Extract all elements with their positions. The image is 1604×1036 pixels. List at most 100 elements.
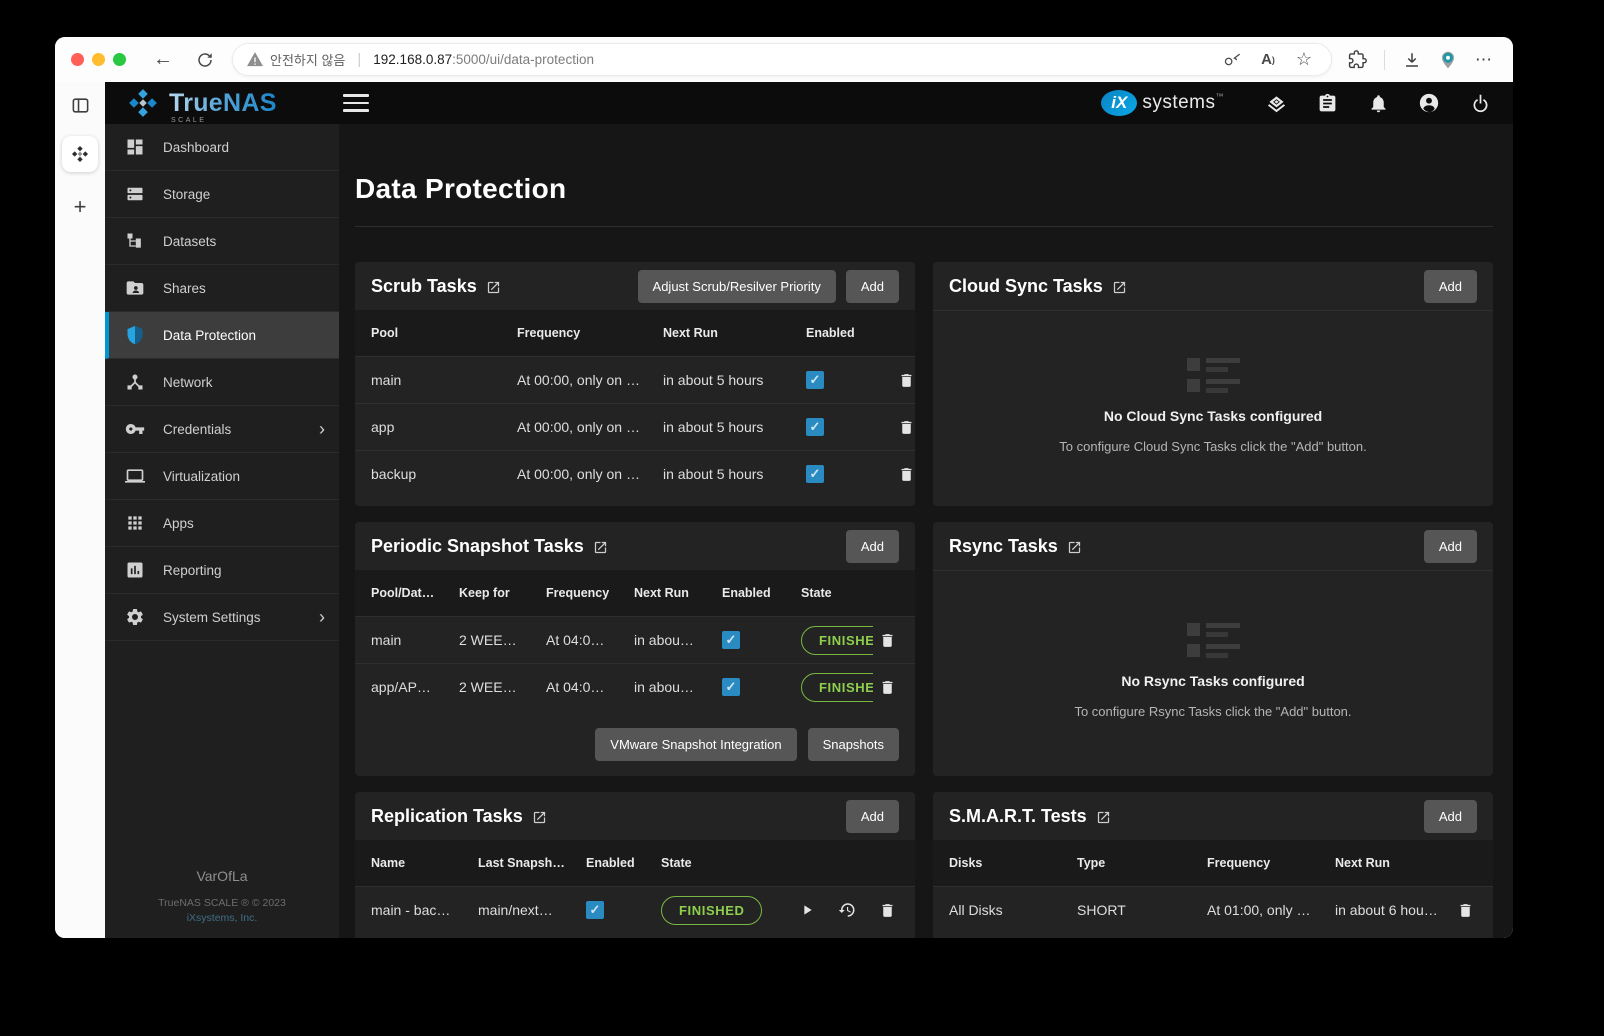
map-pin-extension-icon[interactable] — [1433, 45, 1463, 75]
main-content: Data Protection Scrub Tasks Adjust Scrub… — [339, 124, 1513, 938]
minimize-window-button[interactable] — [92, 53, 105, 66]
new-tab-button[interactable]: + — [74, 194, 87, 220]
cloud-sync-add-button[interactable]: Add — [1424, 270, 1477, 303]
jobs-clipboard-icon[interactable] — [1314, 90, 1340, 116]
run-now-play-icon[interactable] — [795, 898, 819, 922]
smart-add-button[interactable]: Add — [1424, 800, 1477, 833]
open-in-new-icon[interactable] — [1067, 540, 1082, 555]
next-run-cell: in about 5 hours — [663, 372, 806, 388]
enabled-checkbox[interactable]: ✓ — [806, 465, 824, 483]
delete-trash-icon[interactable] — [875, 675, 899, 699]
delete-trash-icon[interactable] — [894, 415, 915, 439]
smart-table-row[interactable]: All Disks SHORT At 01:00, only … in abou… — [933, 886, 1493, 933]
enabled-checkbox[interactable]: ✓ — [806, 418, 824, 436]
enabled-checkbox[interactable]: ✓ — [722, 631, 740, 649]
sidebar-item-label: Network — [163, 375, 213, 390]
ix-trademark: ™ — [1216, 92, 1225, 101]
replication-table-row[interactable]: main - bac… main/next… ✓ FINISHED — [355, 886, 915, 933]
close-window-button[interactable] — [71, 53, 84, 66]
address-bar[interactable]: 안전하지 않음 | 192.168.0.87:5000/ui/data-prot… — [232, 43, 1332, 76]
restore-history-icon[interactable] — [835, 898, 859, 922]
scrub-add-button[interactable]: Add — [846, 270, 899, 303]
enabled-checkbox[interactable]: ✓ — [722, 678, 740, 696]
disks-cell: All Disks — [949, 902, 1077, 918]
rsync-add-button[interactable]: Add — [1424, 530, 1477, 563]
last-snapshot-cell: main/next… — [478, 902, 586, 918]
vmware-snapshot-integration-button[interactable]: VMware Snapshot Integration — [595, 728, 796, 761]
downloads-icon[interactable] — [1397, 45, 1427, 75]
pool-cell: app — [371, 419, 517, 435]
cloud-sync-empty-state: No Cloud Sync Tasks configured To config… — [933, 311, 1493, 506]
toolbar-divider — [1384, 50, 1385, 70]
snapshots-button[interactable]: Snapshots — [808, 728, 899, 761]
open-in-new-icon[interactable] — [593, 540, 608, 555]
state-badge: FINISHED — [801, 673, 873, 702]
scrub-table-row[interactable]: app At 00:00, only on … in about 5 hours… — [355, 403, 915, 450]
url-path: :5000/ui/data-protection — [452, 52, 594, 67]
company-link[interactable]: iXsystems, Inc. — [105, 912, 339, 924]
delete-trash-icon[interactable] — [875, 898, 899, 922]
periodic-table-row[interactable]: app/AP… 2 WEE… At 04:0… in abou… ✓ FINIS… — [355, 663, 915, 710]
read-aloud-icon[interactable]: A) — [1255, 47, 1281, 73]
delete-trash-icon[interactable] — [1453, 898, 1477, 922]
back-icon[interactable]: ← — [148, 45, 178, 75]
tab-actions-icon[interactable] — [71, 96, 90, 120]
sidebar-item-label: Apps — [163, 516, 194, 531]
sidebar-item-credentials[interactable]: Credentials › — [105, 406, 339, 453]
account-icon[interactable] — [1416, 90, 1442, 116]
hamburger-menu-icon[interactable] — [343, 94, 369, 112]
periodic-add-button[interactable]: Add — [846, 530, 899, 563]
sidebar-item-shares[interactable]: Shares — [105, 265, 339, 312]
sidebar-item-reporting[interactable]: Reporting — [105, 547, 339, 594]
empty-hint: To configure Cloud Sync Tasks click the … — [1059, 439, 1366, 454]
sidebar-item-system-settings[interactable]: System Settings › — [105, 594, 339, 641]
sidebar-item-network[interactable]: Network — [105, 359, 339, 406]
truecommand-layers-icon[interactable] — [1263, 90, 1289, 116]
sidebar-item-virtualization[interactable]: Virtualization — [105, 453, 339, 500]
sidebar-item-apps[interactable]: Apps — [105, 500, 339, 547]
sidebar: Dashboard Storage Datasets Shares — [105, 124, 339, 938]
open-in-new-icon[interactable] — [1096, 810, 1111, 825]
truenas-logo[interactable]: TrueNAS SCALE — [127, 89, 277, 117]
ixsystems-logo: iX systems™ — [1101, 90, 1224, 116]
more-menu-icon[interactable]: ⋯ — [1469, 45, 1499, 75]
replication-add-button[interactable]: Add — [846, 800, 899, 833]
sidebar-item-dashboard[interactable]: Dashboard — [105, 124, 339, 171]
enabled-checkbox[interactable]: ✓ — [586, 901, 604, 919]
delete-trash-icon[interactable] — [894, 462, 915, 486]
brand-word: TrueNAS — [169, 89, 277, 117]
empty-hint: To configure Rsync Tasks click the "Add"… — [1074, 704, 1351, 719]
scrub-table-row[interactable]: backup At 00:00, only on … in about 5 ho… — [355, 450, 915, 497]
delete-trash-icon[interactable] — [875, 628, 899, 652]
enabled-checkbox[interactable]: ✓ — [806, 371, 824, 389]
truenas-app: TrueNAS SCALE iX systems™ — [105, 82, 1513, 938]
password-key-icon[interactable] — [1219, 47, 1245, 73]
active-tab-favicon[interactable] — [62, 136, 98, 172]
rsync-empty-state: No Rsync Tasks configured To configure R… — [933, 571, 1493, 776]
scrub-table-row[interactable]: main At 00:00, only on … in about 5 hour… — [355, 356, 915, 403]
open-in-new-icon[interactable] — [486, 280, 501, 295]
sidebar-item-datasets[interactable]: Datasets — [105, 218, 339, 265]
delete-trash-icon[interactable] — [894, 368, 915, 392]
open-in-new-icon[interactable] — [1112, 280, 1127, 295]
power-icon[interactable] — [1467, 90, 1493, 116]
adjust-scrub-resilver-button[interactable]: Adjust Scrub/Resilver Priority — [638, 270, 836, 303]
column-header: Last Snapsh… — [478, 856, 586, 870]
security-status[interactable]: 안전하지 않음 — [247, 50, 345, 69]
extensions-icon[interactable] — [1342, 45, 1372, 75]
notifications-bell-icon[interactable] — [1365, 90, 1391, 116]
sidebar-item-storage[interactable]: Storage — [105, 171, 339, 218]
reload-icon[interactable] — [190, 45, 220, 75]
sidebar-item-data-protection[interactable]: Data Protection — [105, 312, 339, 359]
maximize-window-button[interactable] — [113, 53, 126, 66]
favorite-star-icon[interactable]: ☆ — [1291, 47, 1317, 73]
network-hub-icon — [124, 371, 146, 393]
scrub-tasks-title: Scrub Tasks — [371, 276, 477, 297]
cloud-sync-title: Cloud Sync Tasks — [949, 276, 1103, 297]
chevron-right-icon: › — [319, 608, 325, 626]
periodic-table-row[interactable]: main 2 WEE… At 04:0… in abou… ✓ FINISHED — [355, 616, 915, 663]
screenshot-stage: ← 안전하지 않음 | 192.168.0.87:5000/ui/data-pr… — [0, 0, 1604, 1036]
title-divider — [355, 226, 1493, 227]
open-in-new-icon[interactable] — [532, 810, 547, 825]
rsync-tasks-card: Rsync Tasks Add — [933, 522, 1493, 776]
